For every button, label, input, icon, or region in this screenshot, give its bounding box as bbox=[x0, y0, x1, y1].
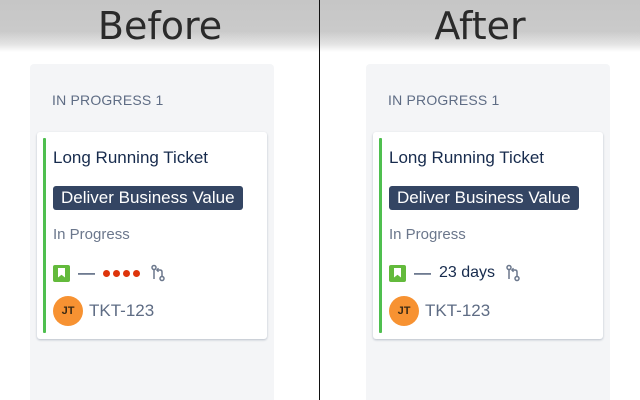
card-meta-row: — bbox=[53, 263, 166, 283]
pull-request-icon bbox=[151, 264, 165, 282]
assignee-row: JT TKT-123 bbox=[389, 296, 490, 326]
column-header: IN PROGRESS 1 bbox=[388, 92, 500, 108]
day-dot bbox=[103, 269, 110, 277]
assignee-row: JT TKT-123 bbox=[53, 296, 154, 326]
epic-label[interactable]: Deliver Business Value bbox=[389, 186, 579, 210]
card-title: Long Running Ticket bbox=[389, 148, 544, 167]
after-panel: After IN PROGRESS 1 Long Running Ticket … bbox=[320, 0, 640, 400]
board-column: IN PROGRESS 1 Long Running Ticket Delive… bbox=[366, 64, 610, 400]
banner: After bbox=[320, 0, 640, 52]
banner: Before bbox=[0, 0, 320, 52]
card-meta-row: — 23 days bbox=[389, 263, 521, 283]
days-in-column: 23 days bbox=[439, 264, 496, 281]
card-accent-bar bbox=[43, 138, 46, 333]
day-dot bbox=[113, 269, 120, 277]
issue-card[interactable]: Long Running Ticket Deliver Business Val… bbox=[373, 132, 603, 339]
estimate-value: — bbox=[414, 263, 431, 282]
issue-card[interactable]: Long Running Ticket Deliver Business Val… bbox=[37, 132, 267, 339]
story-icon bbox=[53, 264, 70, 282]
pull-request-icon bbox=[506, 264, 520, 282]
banner-label: Before bbox=[97, 4, 223, 48]
status-text: In Progress bbox=[389, 226, 466, 243]
banner-label: After bbox=[434, 4, 526, 48]
day-dot bbox=[123, 269, 130, 277]
board-column: IN PROGRESS 1 Long Running Ticket Delive… bbox=[30, 64, 274, 400]
card-accent-bar bbox=[379, 138, 382, 333]
card-title: Long Running Ticket bbox=[53, 148, 208, 167]
avatar[interactable]: JT bbox=[53, 296, 83, 326]
story-icon bbox=[389, 264, 406, 282]
ticket-key[interactable]: TKT-123 bbox=[89, 301, 154, 321]
days-in-column-dots bbox=[103, 269, 140, 277]
epic-label[interactable]: Deliver Business Value bbox=[53, 186, 243, 210]
day-dot bbox=[133, 269, 140, 277]
ticket-key[interactable]: TKT-123 bbox=[425, 301, 490, 321]
status-text: In Progress bbox=[53, 226, 130, 243]
before-panel: Before IN PROGRESS 1 Long Running Ticket… bbox=[0, 0, 320, 400]
column-header: IN PROGRESS 1 bbox=[52, 92, 164, 108]
estimate-value: — bbox=[78, 263, 95, 282]
avatar[interactable]: JT bbox=[389, 296, 419, 326]
